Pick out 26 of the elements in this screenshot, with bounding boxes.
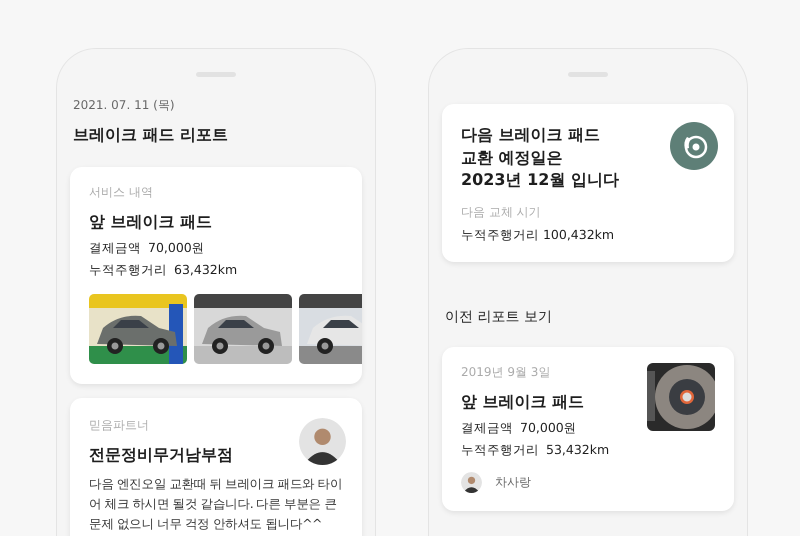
card-label: 믿음파트너 <box>89 417 150 434</box>
page-title: 브레이크 패드 리포트 <box>73 124 230 146</box>
report-card[interactable]: 2019년 9월 3일 앞 브레이크 패드 결제금액 70,000원 누적주행거리 53,432km 차사랑 <box>442 346 734 510</box>
detail-value: 53,432km <box>546 440 610 458</box>
service-item: 앞 브레이크 패드 <box>461 390 586 412</box>
card-label: 다음 교체 시기 <box>461 204 542 220</box>
partner-message: 다음 엔진오일 교환때 뒤 브레이크 패드와 타이어 체크 하시면 될것 같습니다. 다른 부분은 큰 문제 없으니 너무 걱정 안하셔도 됩니다^^ <box>89 475 344 533</box>
brake-disc-icon <box>670 122 718 170</box>
report-date: 2021. 07. 11 (목) <box>73 97 176 113</box>
card-label: 서비스 내역 <box>89 184 154 201</box>
detail-value: 70,000원 <box>520 418 577 436</box>
report-date: 2019년 9월 3일 <box>461 364 552 380</box>
avatar-icon <box>461 472 482 492</box>
mileage-text: 누적주행거리 100,432km <box>461 226 616 244</box>
detail-label: 결제금액 <box>461 418 513 436</box>
partner-name: 전문정비무거남부점 <box>89 444 234 466</box>
detail-value: 63,432km <box>174 261 238 279</box>
detail-label: 결제금액 <box>89 239 141 257</box>
author-name: 차사랑 <box>495 474 531 490</box>
detail-label: 누적주행거리 <box>89 261 167 279</box>
service-item: 앞 브레이크 패드 <box>89 211 214 233</box>
section-title: 이전 리포트 보기 <box>445 308 553 326</box>
avatar-icon <box>299 418 346 465</box>
detail-label: 누적주행거리 <box>461 440 539 458</box>
detail-value: 70,000원 <box>148 239 205 257</box>
next-replacement-headline: 다음 브레이크 패드 교환 예정일은 2023년 12월 입니다 <box>461 124 620 191</box>
